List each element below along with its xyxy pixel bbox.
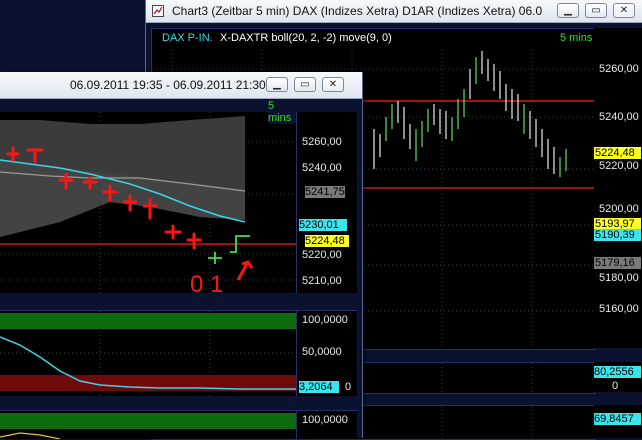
price-tick: 5200,00 xyxy=(599,203,639,215)
minimize-icon: ▁ xyxy=(564,5,572,16)
indicator-tick: 100,0000 xyxy=(302,314,348,326)
price-axis-right[interactable]: 5260,00 5240,00 5224,48 5220,00 5200,00 … xyxy=(594,28,642,348)
detail-candles: 0 1 xyxy=(0,112,296,293)
detail-indicator-2-plot xyxy=(0,413,296,439)
maximize-button[interactable]: ▭ xyxy=(585,3,607,18)
price-tag-c: 5179,16 xyxy=(594,257,641,269)
annotation-text: 0 1 xyxy=(190,271,223,293)
detail-indicator-1-axis[interactable]: 100,0000 50,0000 3,2064 0 xyxy=(296,310,357,396)
detail-titlebar[interactable]: 06.09.2011 19:35 - 06.09.2011 21:30 ▁ ▭ … xyxy=(0,72,362,99)
indicator-2-tick: 100,0000 xyxy=(302,414,348,426)
price-tick: 5240,00 xyxy=(302,162,342,174)
detail-title: 06.09.2011 19:35 - 06.09.2011 21:30 xyxy=(70,78,266,92)
price-tick: 5180,00 xyxy=(599,272,639,284)
close-button[interactable]: ✕ xyxy=(613,3,635,18)
detail-indicator-2-chart[interactable] xyxy=(0,410,296,439)
detail-indicator-2-axis[interactable]: 100,0000 xyxy=(296,410,357,439)
maximize-icon: ▭ xyxy=(300,79,310,90)
price-tick: 5240,00 xyxy=(599,111,639,123)
last-price-tag: 5224,48 xyxy=(305,235,349,247)
minimize-icon: ▁ xyxy=(273,79,281,90)
detail-price-axis[interactable]: 5260,00 5240,00 5241,75 5230,01 5224,48 … xyxy=(296,112,357,293)
price-tick: 5260,00 xyxy=(302,136,342,148)
detail-price-chart[interactable]: 5 mins 0 1 xyxy=(0,100,296,293)
chart3-titlebar[interactable]: Chart3 (Zeitbar 5 min) DAX (Indizes Xetr… xyxy=(146,0,642,23)
maximize-button[interactable]: ▭ xyxy=(294,77,316,92)
price-tick: 5160,00 xyxy=(599,303,639,315)
indicator-zero-tick: 0 xyxy=(345,381,352,393)
maximize-icon: ▭ xyxy=(591,5,601,16)
minimize-button[interactable]: ▁ xyxy=(557,3,579,18)
detail-indicator-1-chart[interactable] xyxy=(0,310,296,396)
price-tick: 5220,00 xyxy=(599,160,639,172)
upper-band-tag: 5241,75 xyxy=(305,186,345,198)
indicator-value-tag: 80,2556 xyxy=(594,366,641,378)
chart-icon xyxy=(152,5,164,17)
detail-window[interactable]: 06.09.2011 19:35 - 06.09.2011 21:30 ▁ ▭ … xyxy=(0,72,363,439)
moving-average-tag: 5230,01 xyxy=(299,219,347,231)
chart3-title: Chart3 (Zeitbar 5 min) DAX (Indizes Xetr… xyxy=(172,4,542,18)
price-tick: 5260,00 xyxy=(599,63,639,75)
price-tick: 5220,00 xyxy=(302,249,342,261)
indicator-2-value-tag: 69,8457 xyxy=(594,413,641,425)
indicator-tick: 50,0000 xyxy=(302,346,342,358)
close-icon: ✕ xyxy=(328,79,338,90)
close-button[interactable]: ✕ xyxy=(322,77,344,92)
last-price-tag: 5224,48 xyxy=(594,147,641,159)
minimize-button[interactable]: ▁ xyxy=(266,77,288,92)
price-tag-b: 5190,39 xyxy=(594,229,641,241)
detail-indicator-1-plot xyxy=(0,311,296,396)
price-tick: 5210,00 xyxy=(302,275,342,287)
indicator-value-tag: 3,2064 xyxy=(299,381,339,393)
indicator-axis-2[interactable]: 69,8457 xyxy=(594,405,642,438)
close-icon: ✕ xyxy=(619,5,629,16)
indicator-zero-tick: 0 xyxy=(612,380,619,392)
indicator-axis-1[interactable]: 80,2556 0 xyxy=(594,362,642,392)
